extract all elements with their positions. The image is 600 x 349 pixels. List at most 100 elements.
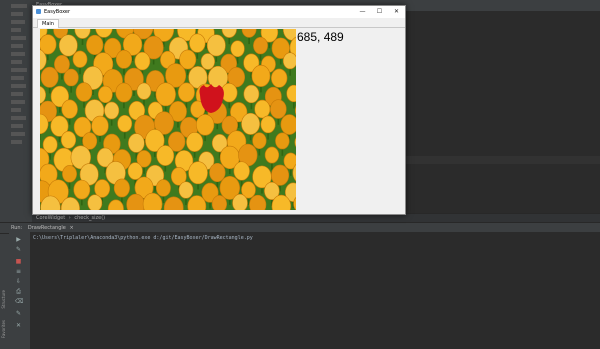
project-tree-row[interactable]	[11, 116, 26, 120]
close-icon[interactable]: ×	[69, 225, 73, 231]
project-tree-row[interactable]	[11, 4, 27, 8]
project-tree-row[interactable]	[11, 12, 23, 16]
tulip-flower	[104, 101, 120, 120]
project-tree-row[interactable]	[11, 52, 25, 56]
tulip-flower	[178, 181, 194, 199]
project-tree-row[interactable]	[11, 76, 24, 80]
tulip-flower	[87, 194, 103, 210]
tulip-flower	[206, 34, 226, 57]
tulip-flower	[275, 132, 290, 150]
tulip-flower	[113, 178, 130, 198]
app-icon	[36, 9, 41, 14]
tulip-flower	[282, 52, 296, 70]
project-tree-row[interactable]	[11, 36, 26, 40]
tulip-flower	[117, 114, 133, 133]
window-title: EasyBoxer	[44, 9, 71, 15]
project-tree-row[interactable]	[11, 100, 25, 104]
console-command-line: C:\Users\Triplaler\Anaconda3\python.exe …	[33, 235, 253, 241]
tulip-flower	[86, 34, 104, 56]
breadcrumb-method[interactable]: check_size()	[74, 215, 105, 221]
tulip-flower	[63, 68, 79, 87]
tulip-canvas-image[interactable]	[40, 29, 296, 210]
tulip-flower	[271, 68, 288, 88]
rerun-icon[interactable]: ▶	[15, 236, 22, 243]
tulip-flower	[186, 132, 204, 152]
close-button[interactable]: ✕	[388, 6, 405, 18]
project-tree-row[interactable]	[11, 132, 25, 136]
tulip-flower	[233, 161, 250, 181]
cursor-coordinates-label: 685, 489	[297, 30, 344, 44]
tulip-flower	[75, 82, 93, 102]
project-tree-row[interactable]	[11, 108, 21, 112]
tulip-flower	[230, 40, 245, 58]
structure-side-tab[interactable]: Structure	[1, 290, 6, 309]
soft-wrap-icon[interactable]: ≡	[15, 268, 22, 275]
project-tree-row[interactable]	[11, 84, 26, 88]
tulip-flower	[155, 82, 176, 107]
project-tree-row[interactable]	[11, 124, 23, 128]
project-tree-row[interactable]	[11, 44, 23, 48]
project-tree-row[interactable]	[11, 92, 23, 96]
tulip-flower	[251, 64, 271, 87]
tulip-flower	[200, 53, 215, 70]
tulip-flower	[209, 162, 226, 183]
tulip-flower	[252, 132, 267, 150]
breadcrumb-class[interactable]: CoreWidget	[36, 215, 65, 221]
tulip-flower	[253, 36, 268, 55]
tulip-flower	[58, 34, 78, 57]
tulip-flower	[195, 114, 215, 136]
tulip-flower	[243, 84, 260, 104]
tulip-flower	[280, 114, 296, 135]
project-tree-row[interactable]	[11, 140, 22, 144]
tulip-flower	[241, 112, 260, 135]
minimize-button[interactable]: —	[354, 6, 371, 18]
tulip-flower	[91, 115, 109, 137]
breadcrumb-separator: ›	[68, 215, 71, 221]
tab-strip: Main	[33, 18, 405, 28]
run-toolbar: ▶ ✎ ■ ≡ ⇩ ⎙ ⌫ ✎ ✕	[9, 232, 31, 349]
run-label: Run:	[11, 225, 23, 231]
project-panel	[9, 0, 33, 222]
trash-icon[interactable]: ⌫	[15, 298, 23, 305]
tulip-flower	[211, 195, 227, 210]
tulip-flower	[60, 130, 77, 149]
tulip-flower	[128, 133, 145, 153]
tulip-flower	[156, 179, 171, 197]
tulip-flower	[189, 33, 206, 53]
tulip-flower	[127, 162, 143, 180]
tulip-flower	[270, 99, 287, 119]
tulip-flower	[97, 85, 113, 104]
tulip-flower	[260, 115, 276, 134]
tulip-flower	[61, 99, 78, 119]
tulip-flower	[115, 49, 133, 69]
project-tree-row[interactable]	[11, 68, 27, 72]
close-icon[interactable]: ✕	[15, 322, 22, 329]
favorites-side-tab[interactable]: Favorites	[1, 320, 6, 338]
tulip-flower	[264, 146, 280, 164]
tab-main[interactable]: Main	[37, 19, 59, 28]
console-output[interactable]: C:\Users\Triplaler\Anaconda3\python.exe …	[30, 232, 600, 349]
tulip-flower	[73, 179, 91, 200]
tulip-flower	[254, 99, 271, 119]
stop-icon[interactable]: ■	[15, 258, 22, 265]
maximize-button[interactable]: ☐	[371, 6, 388, 18]
tulip-flower	[188, 161, 208, 185]
tulip-flower	[178, 82, 195, 103]
project-tree-row[interactable]	[11, 60, 22, 64]
run-config-tab[interactable]: DrawRectangle	[28, 225, 66, 231]
wrench-icon[interactable]: ✎	[15, 246, 22, 253]
tulip-flower	[136, 82, 152, 100]
tulip-flower	[232, 193, 248, 210]
print-icon[interactable]: ⎙	[15, 288, 22, 295]
tulip-flower	[156, 145, 175, 166]
tulip-flower	[134, 51, 151, 71]
project-tree-row[interactable]	[11, 20, 25, 24]
scroll-to-end-icon[interactable]: ⇩	[15, 278, 22, 285]
window-title-bar[interactable]: EasyBoxer — ☐ ✕	[33, 6, 405, 18]
tulip-flower	[40, 66, 59, 88]
project-tree-row[interactable]	[11, 28, 21, 32]
tulip-flower	[72, 50, 88, 68]
tulip-flower	[62, 165, 77, 183]
easyboxer-window: EasyBoxer — ☐ ✕ Main 685, 489	[32, 5, 406, 215]
pin-icon[interactable]: ✎	[15, 310, 22, 317]
